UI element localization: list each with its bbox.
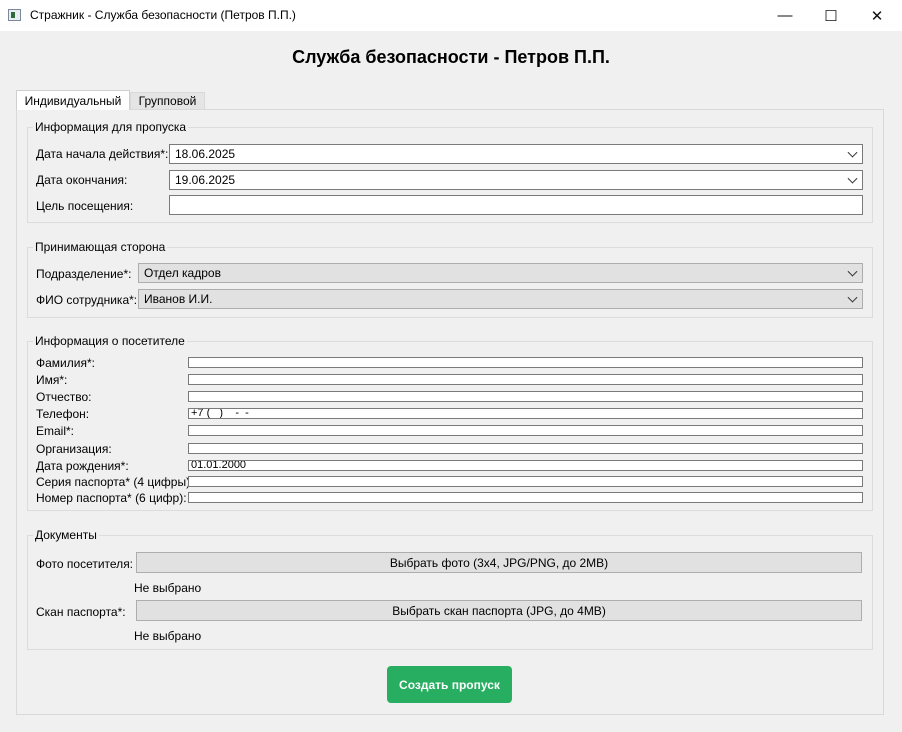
- app-icon: [8, 9, 21, 21]
- page-title: Служба безопасности - Петров П.П.: [292, 47, 610, 67]
- firstname-label: Имя*:: [36, 373, 68, 387]
- purpose-label: Цель посещения:: [36, 199, 134, 213]
- photo-label: Фото посетителя:: [36, 557, 134, 571]
- window-title: Стражник - Служба безопасности (Петров П…: [30, 8, 296, 22]
- select-scan-button[interactable]: Выбрать скан паспорта (JPG, до 4MB): [136, 600, 862, 621]
- end-date-label: Дата окончания:: [36, 173, 128, 187]
- host-legend: Принимающая сторона: [33, 240, 168, 254]
- employee-value: Иванов И.И.: [144, 292, 213, 306]
- select-photo-button[interactable]: Выбрать фото (3x4, JPG/PNG, до 2MB): [136, 552, 862, 573]
- lastname-label: Фамилия*:: [36, 356, 95, 370]
- passport-number-input[interactable]: [188, 492, 863, 503]
- photo-status: Не выбрано: [134, 581, 202, 595]
- start-date-picker[interactable]: 18.06.2025: [169, 144, 863, 164]
- chevron-down-icon: [847, 147, 858, 158]
- documents-legend: Документы: [33, 528, 99, 542]
- employee-select[interactable]: Иванов И.И.: [138, 289, 863, 309]
- employee-label: ФИО сотрудника*:: [36, 293, 138, 307]
- start-date-value: 18.06.2025: [175, 147, 236, 161]
- email-input[interactable]: [188, 425, 863, 436]
- tab-individual[interactable]: Индивидуальный: [16, 90, 130, 110]
- visitor-legend: Информация о посетителе: [33, 334, 187, 348]
- pass-info-legend: Информация для пропуска: [33, 120, 189, 134]
- passport-series-label: Серия паспорта* (4 цифры):: [36, 475, 194, 489]
- email-label: Email*:: [36, 424, 75, 438]
- lastname-input[interactable]: [188, 357, 863, 368]
- phone-input[interactable]: +7 ( ) - -: [188, 408, 863, 419]
- birthdate-label: Дата рождения*:: [36, 459, 129, 473]
- create-pass-button[interactable]: Создать пропуск: [387, 666, 512, 703]
- department-value: Отдел кадров: [144, 266, 221, 280]
- scan-label: Скан паспорта*:: [36, 605, 126, 619]
- department-select[interactable]: Отдел кадров: [138, 263, 863, 283]
- chevron-down-icon: [847, 173, 858, 184]
- chevron-down-icon: [847, 266, 858, 277]
- organization-input[interactable]: [188, 443, 863, 454]
- firstname-input[interactable]: [188, 374, 863, 385]
- passport-series-input[interactable]: [188, 476, 863, 487]
- scan-status: Не выбрано: [134, 629, 202, 643]
- birthdate-value: 01.01.2000: [191, 460, 247, 471]
- start-date-label: Дата начала действия*:: [36, 147, 169, 161]
- chevron-down-icon: [847, 292, 858, 303]
- purpose-input[interactable]: [169, 195, 863, 215]
- patronymic-input[interactable]: [188, 391, 863, 402]
- department-label: Подразделение*:: [36, 267, 132, 281]
- tab-group[interactable]: Групповой: [130, 92, 205, 109]
- birthdate-picker[interactable]: 01.01.2000: [188, 460, 863, 471]
- organization-label: Организация:: [36, 442, 112, 456]
- close-icon[interactable]: ✕: [854, 0, 900, 31]
- end-date-picker[interactable]: 19.06.2025: [169, 170, 863, 190]
- minimize-icon[interactable]: —: [762, 0, 808, 31]
- passport-number-label: Номер паспорта* (6 цифр):: [36, 491, 187, 505]
- end-date-value: 19.06.2025: [175, 173, 236, 187]
- phone-label: Телефон:: [36, 407, 90, 421]
- patronymic-label: Отчество:: [36, 390, 92, 404]
- maximize-icon[interactable]: ☐: [808, 0, 854, 31]
